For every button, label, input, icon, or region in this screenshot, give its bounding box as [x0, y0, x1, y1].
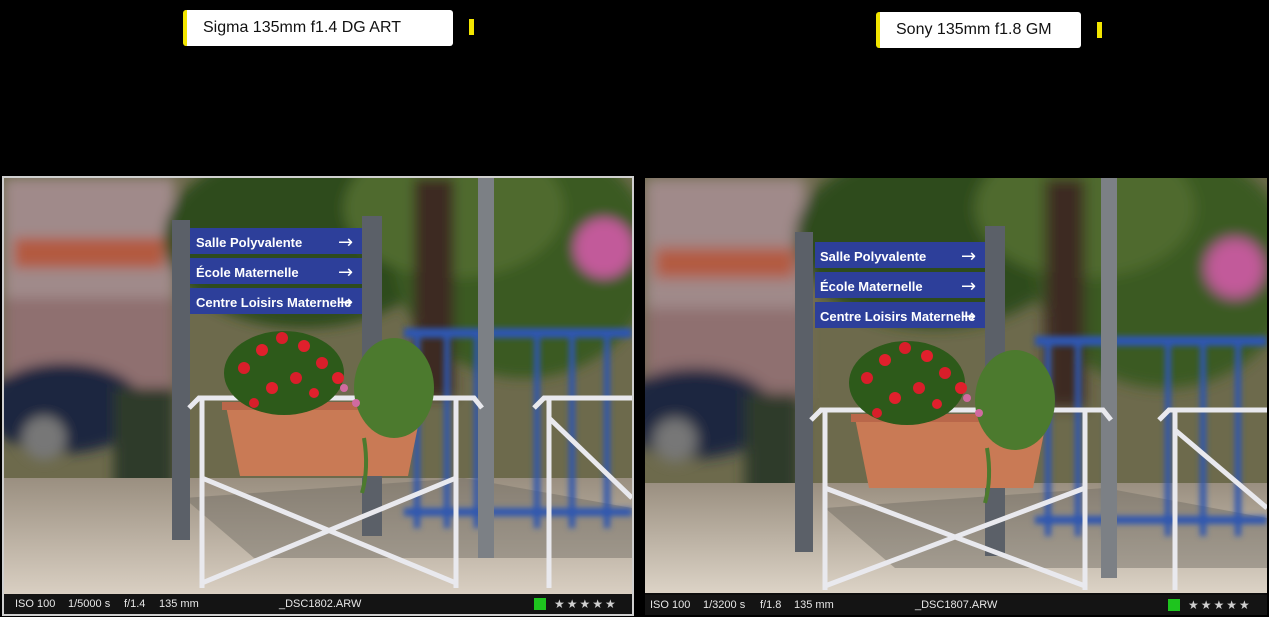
photo-scene-left: Salle Polyvalente École Maternelle Centr…	[4, 178, 632, 594]
sign-line-1: Salle Polyvalente	[820, 249, 926, 264]
filename: _DSC1802.ARW	[279, 598, 362, 610]
info-bar-right: ISO 100 1/3200 s f/1.8 135 mm _DSC1807.A…	[645, 595, 1267, 615]
arrow-right-icon: →	[961, 246, 976, 267]
color-label-green-icon[interactable]	[1168, 599, 1180, 611]
shutter-value: 1/5000 s	[68, 598, 111, 610]
photo-right[interactable]: Salle Polyvalente École Maternelle Centr…	[645, 178, 1267, 593]
aperture-value: f/1.4	[124, 598, 146, 610]
lens-label-right: Sony 135mm f1.8 GM	[876, 12, 1081, 48]
comparison-view: Sigma 135mm f1.4 DG ART Sony 135mm f1.8 …	[0, 0, 1269, 617]
arrow-right-icon: →	[961, 306, 976, 327]
star-rating[interactable]: ★★★★★	[554, 594, 618, 614]
star-rating[interactable]: ★★★★★	[1188, 595, 1252, 615]
focal-length-value: 135 mm	[794, 599, 834, 611]
sign-line-2: École Maternelle	[820, 279, 923, 294]
iso-value: ISO 100	[650, 599, 691, 611]
arrow-right-icon: →	[338, 262, 353, 283]
arrow-right-icon: →	[338, 292, 353, 313]
lens-label-left: Sigma 135mm f1.4 DG ART	[183, 10, 453, 46]
lens-label-marker-left	[469, 19, 474, 35]
sign-line-2: École Maternelle	[196, 265, 299, 280]
iso-value: ISO 100	[15, 598, 56, 610]
sign-line-1: Salle Polyvalente	[196, 235, 302, 250]
arrow-right-icon: →	[338, 232, 353, 253]
shutter-value: 1/3200 s	[703, 599, 746, 611]
photo-scene-right: Salle Polyvalente École Maternelle Centr…	[645, 178, 1267, 593]
lens-label-marker-right	[1097, 22, 1102, 38]
sign-line-3: Centre Loisirs Maternelle	[820, 309, 975, 324]
photo-left[interactable]: Salle Polyvalente École Maternelle Centr…	[4, 178, 632, 594]
info-bar-left: ISO 100 1/5000 s f/1.4 135 mm _DSC1802.A…	[4, 594, 632, 614]
filename: _DSC1807.ARW	[915, 599, 998, 611]
photo-panel-right[interactable]: Salle Polyvalente École Maternelle Centr…	[645, 178, 1267, 615]
arrow-right-icon: →	[961, 276, 976, 297]
aperture-value: f/1.8	[760, 599, 782, 611]
sign-line-3: Centre Loisirs Maternelle	[196, 295, 351, 310]
color-label-green-icon[interactable]	[534, 598, 546, 610]
focal-length-value: 135 mm	[159, 598, 199, 610]
photo-panel-left[interactable]: Salle Polyvalente École Maternelle Centr…	[2, 176, 634, 616]
